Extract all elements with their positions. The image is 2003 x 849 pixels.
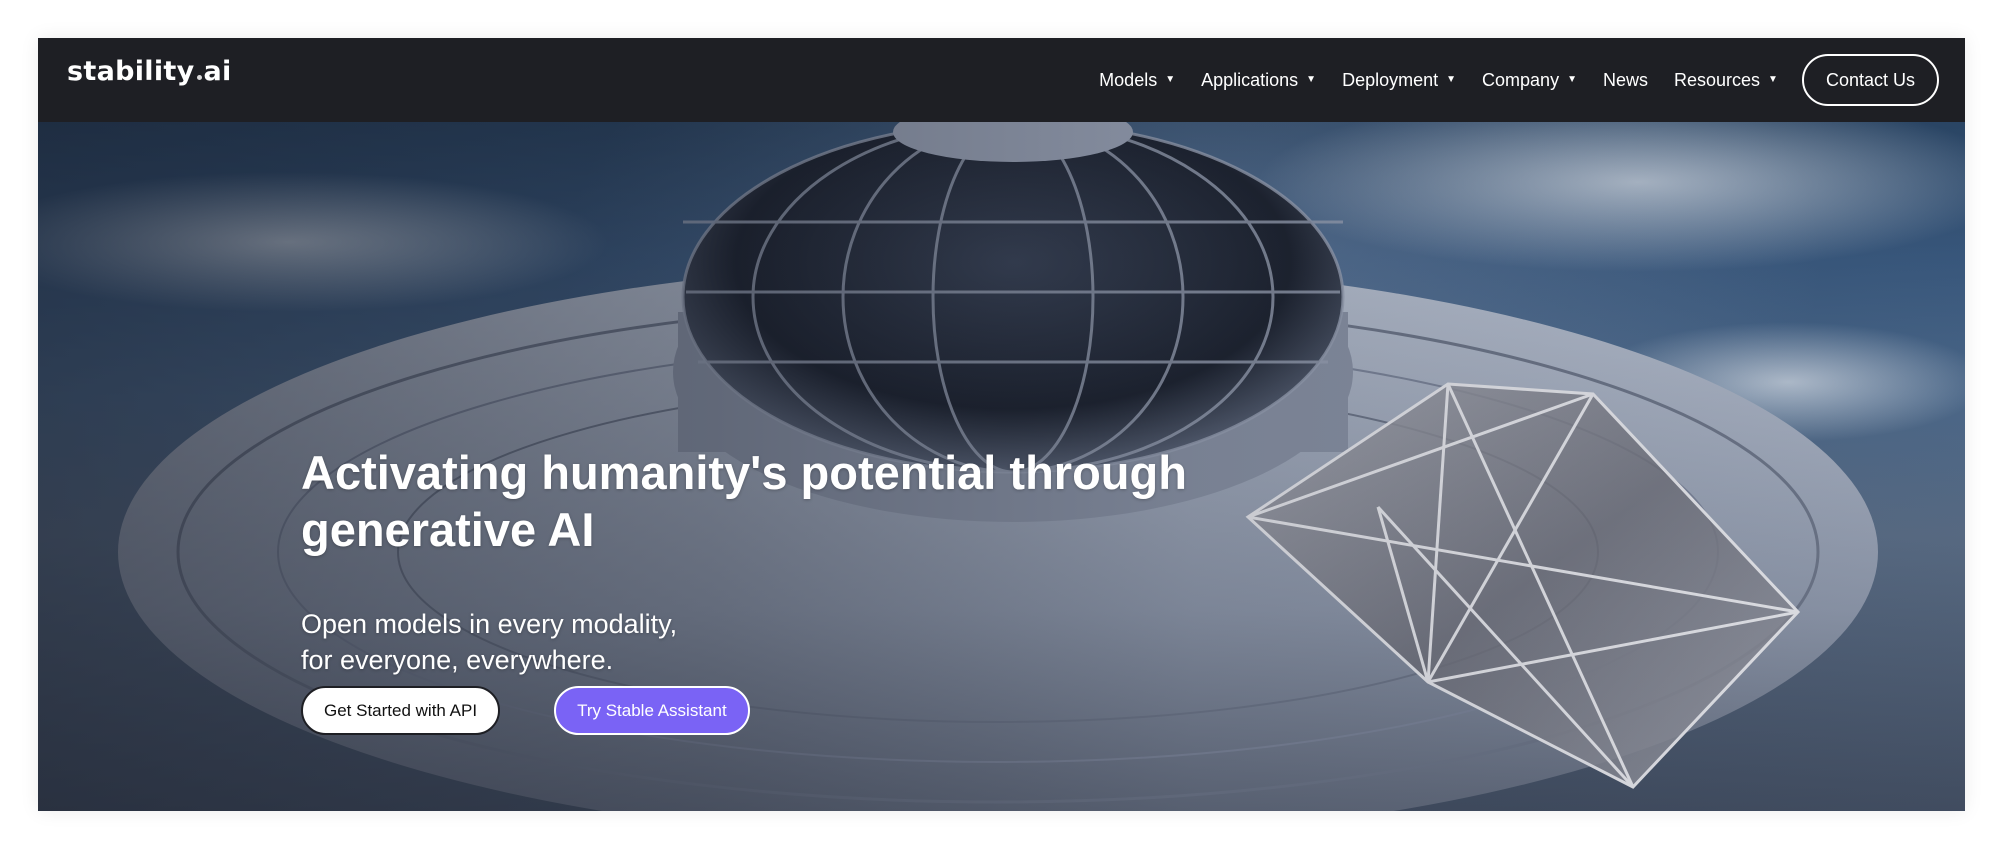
logo-dot	[196, 75, 202, 80]
hero-cta-row: Get Started with API Try Stable Assistan…	[301, 686, 750, 735]
hero-subtitle: Open models in every modality, for every…	[301, 606, 1221, 678]
logo-text-left: stability	[67, 56, 195, 87]
page-frame: stability ai Models ▼ Applications ▼ Depl…	[38, 38, 1965, 811]
hero-title: Activating humanity's potential through …	[301, 446, 1187, 556]
top-nav: stability ai Models ▼ Applications ▼ Depl…	[38, 38, 1965, 122]
nav-item-label: Deployment	[1342, 69, 1439, 90]
caret-down-icon: ▼	[1446, 73, 1457, 85]
nav-item-company[interactable]: Company ▼	[1482, 70, 1577, 91]
contact-us-button[interactable]: Contact Us	[1801, 54, 1939, 106]
nav-item-label: Company	[1482, 69, 1560, 90]
nav-item-label: Applications	[1201, 69, 1299, 90]
hero-subtitle-line-2: for everyone, everywhere.	[301, 645, 614, 675]
logo-text-right: ai	[203, 56, 232, 87]
nav-item-label: News	[1602, 69, 1648, 90]
hero-content: Activating humanity's potential through …	[301, 444, 1221, 678]
get-started-api-button[interactable]: Get Started with API	[301, 686, 501, 735]
caret-down-icon: ▼	[1768, 73, 1778, 85]
nav-menu: Models ▼ Applications ▼ Deployment ▼ Com…	[1073, 38, 1939, 122]
nav-item-label: Models	[1099, 69, 1158, 90]
nav-item-resources[interactable]: Resources ▼	[1674, 70, 1778, 91]
nav-item-deployment[interactable]: Deployment ▼	[1342, 70, 1456, 91]
caret-down-icon: ▼	[1165, 73, 1176, 85]
try-stable-assistant-button[interactable]: Try Stable Assistant	[554, 686, 750, 735]
caret-down-icon: ▼	[1567, 73, 1577, 85]
nav-item-label: Resources	[1674, 69, 1761, 90]
caret-down-icon: ▼	[1306, 73, 1317, 85]
nav-item-applications[interactable]: Applications ▼	[1201, 70, 1316, 91]
hero-subtitle-line-1: Open models in every modality,	[301, 609, 678, 639]
stability-ai-logo[interactable]: stability ai	[67, 56, 232, 87]
nav-item-models[interactable]: Models ▼	[1099, 70, 1175, 91]
nav-item-news[interactable]: News	[1603, 70, 1648, 91]
hero-section: Activating humanity's potential through …	[38, 122, 1965, 811]
